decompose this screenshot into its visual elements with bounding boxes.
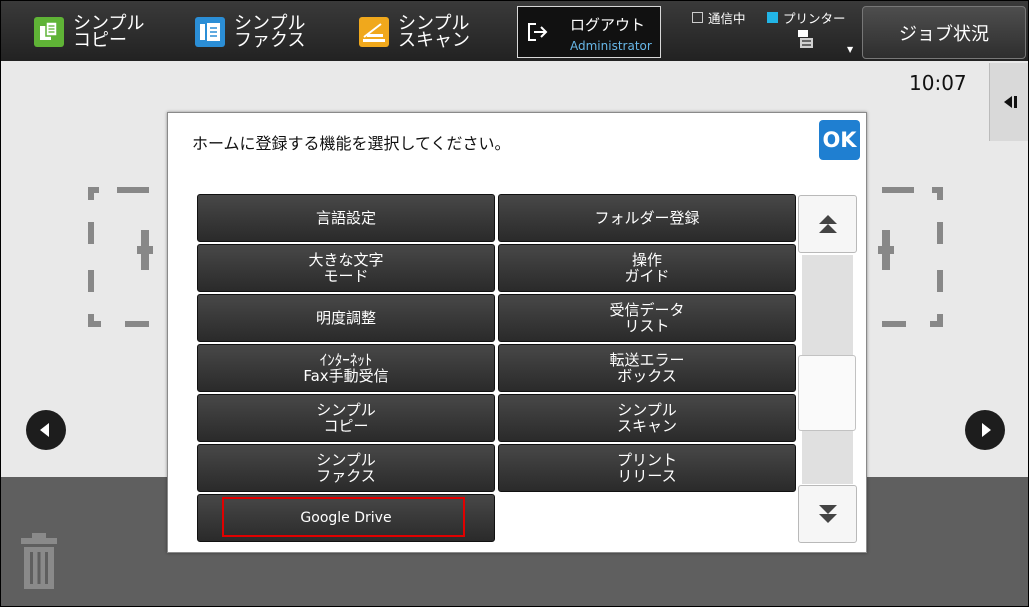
logout-icon: [528, 23, 548, 41]
printer-label: プリンター: [783, 11, 846, 26]
function-folder-registration[interactable]: フォルダー登録: [498, 194, 796, 242]
trash-icon[interactable]: [19, 533, 59, 589]
communication-indicator: [692, 12, 703, 23]
chevron-right-icon: [982, 423, 991, 437]
previous-page-button[interactable]: [26, 410, 66, 450]
simple-fax-label: シンプル ファクス: [234, 13, 306, 51]
empty-slot-left: [88, 187, 153, 327]
logout-button[interactable]: ログアウト Administrator: [517, 6, 661, 58]
function-simple-fax[interactable]: シンプル ファクス: [197, 444, 495, 492]
simple-copy-shortcut[interactable]: シンプル コピー: [34, 11, 144, 53]
side-panel-toggle[interactable]: [989, 63, 1028, 141]
ok-button[interactable]: OK: [819, 120, 860, 160]
job-status-button[interactable]: ジョブ状況: [862, 6, 1026, 59]
function-internet-fax-manual-receive[interactable]: ｲﾝﾀｰﾈｯﾄ Fax手動受信: [197, 344, 495, 392]
communication-label: 通信中: [708, 11, 746, 26]
double-chevron-down-icon: [818, 505, 837, 523]
printer-status: プリンター: [767, 8, 846, 27]
simple-scan-label: シンプル スキャン: [398, 13, 470, 51]
scroll-thumb[interactable]: [798, 355, 856, 432]
printer-indicator: [767, 12, 778, 23]
function-forward-error-box[interactable]: 転送エラー ボックス: [498, 344, 796, 392]
chevron-down-icon[interactable]: ▼: [847, 45, 853, 54]
function-simple-scan[interactable]: シンプル スキャン: [498, 394, 796, 442]
simple-fax-shortcut[interactable]: シンプル ファクス: [195, 11, 305, 53]
fax-icon: [195, 17, 225, 47]
double-chevron-up-icon: [818, 215, 837, 233]
logged-in-user: Administrator: [570, 39, 652, 53]
logout-label: ログアウト: [570, 16, 646, 34]
chevron-left-icon: [40, 423, 49, 437]
function-operation-guide[interactable]: 操作 ガイド: [498, 244, 796, 292]
function-language-settings[interactable]: 言語設定: [197, 194, 495, 242]
home-screen: シンプル コピー シンプル ファクス シンプル スキャン ログアウト Admin…: [1, 1, 1028, 606]
dialog-title: ホームに登録する機能を選択してください。: [192, 134, 511, 153]
empty-slot-right: [878, 187, 943, 327]
communication-status: 通信中: [692, 8, 746, 27]
collapse-left-icon: [1004, 96, 1017, 108]
function-brightness-adjust[interactable]: 明度調整: [197, 294, 495, 342]
function-select-dialog: ホームに登録する機能を選択してください。 OK 言語設定 フォルダー登録 大きな…: [167, 112, 867, 553]
function-simple-copy[interactable]: シンプル コピー: [197, 394, 495, 442]
scan-icon: [359, 17, 389, 47]
printer-icon: [798, 30, 813, 48]
scrollbar[interactable]: [798, 195, 858, 544]
scroll-bottom-button[interactable]: [798, 485, 857, 543]
scroll-top-button[interactable]: [798, 195, 857, 253]
next-page-button[interactable]: [965, 410, 1005, 450]
clock: 10:07: [909, 71, 967, 95]
function-received-data-list[interactable]: 受信データ リスト: [498, 294, 796, 342]
function-print-release[interactable]: プリント リリース: [498, 444, 796, 492]
top-bar: シンプル コピー シンプル ファクス シンプル スキャン ログアウト Admin…: [1, 1, 1028, 61]
function-google-drive[interactable]: Google Drive: [197, 494, 495, 542]
function-large-text-mode[interactable]: 大きな文字 モード: [197, 244, 495, 292]
simple-scan-shortcut[interactable]: シンプル スキャン: [359, 11, 470, 53]
copy-icon: [34, 17, 64, 47]
simple-copy-label: シンプル コピー: [73, 13, 145, 51]
